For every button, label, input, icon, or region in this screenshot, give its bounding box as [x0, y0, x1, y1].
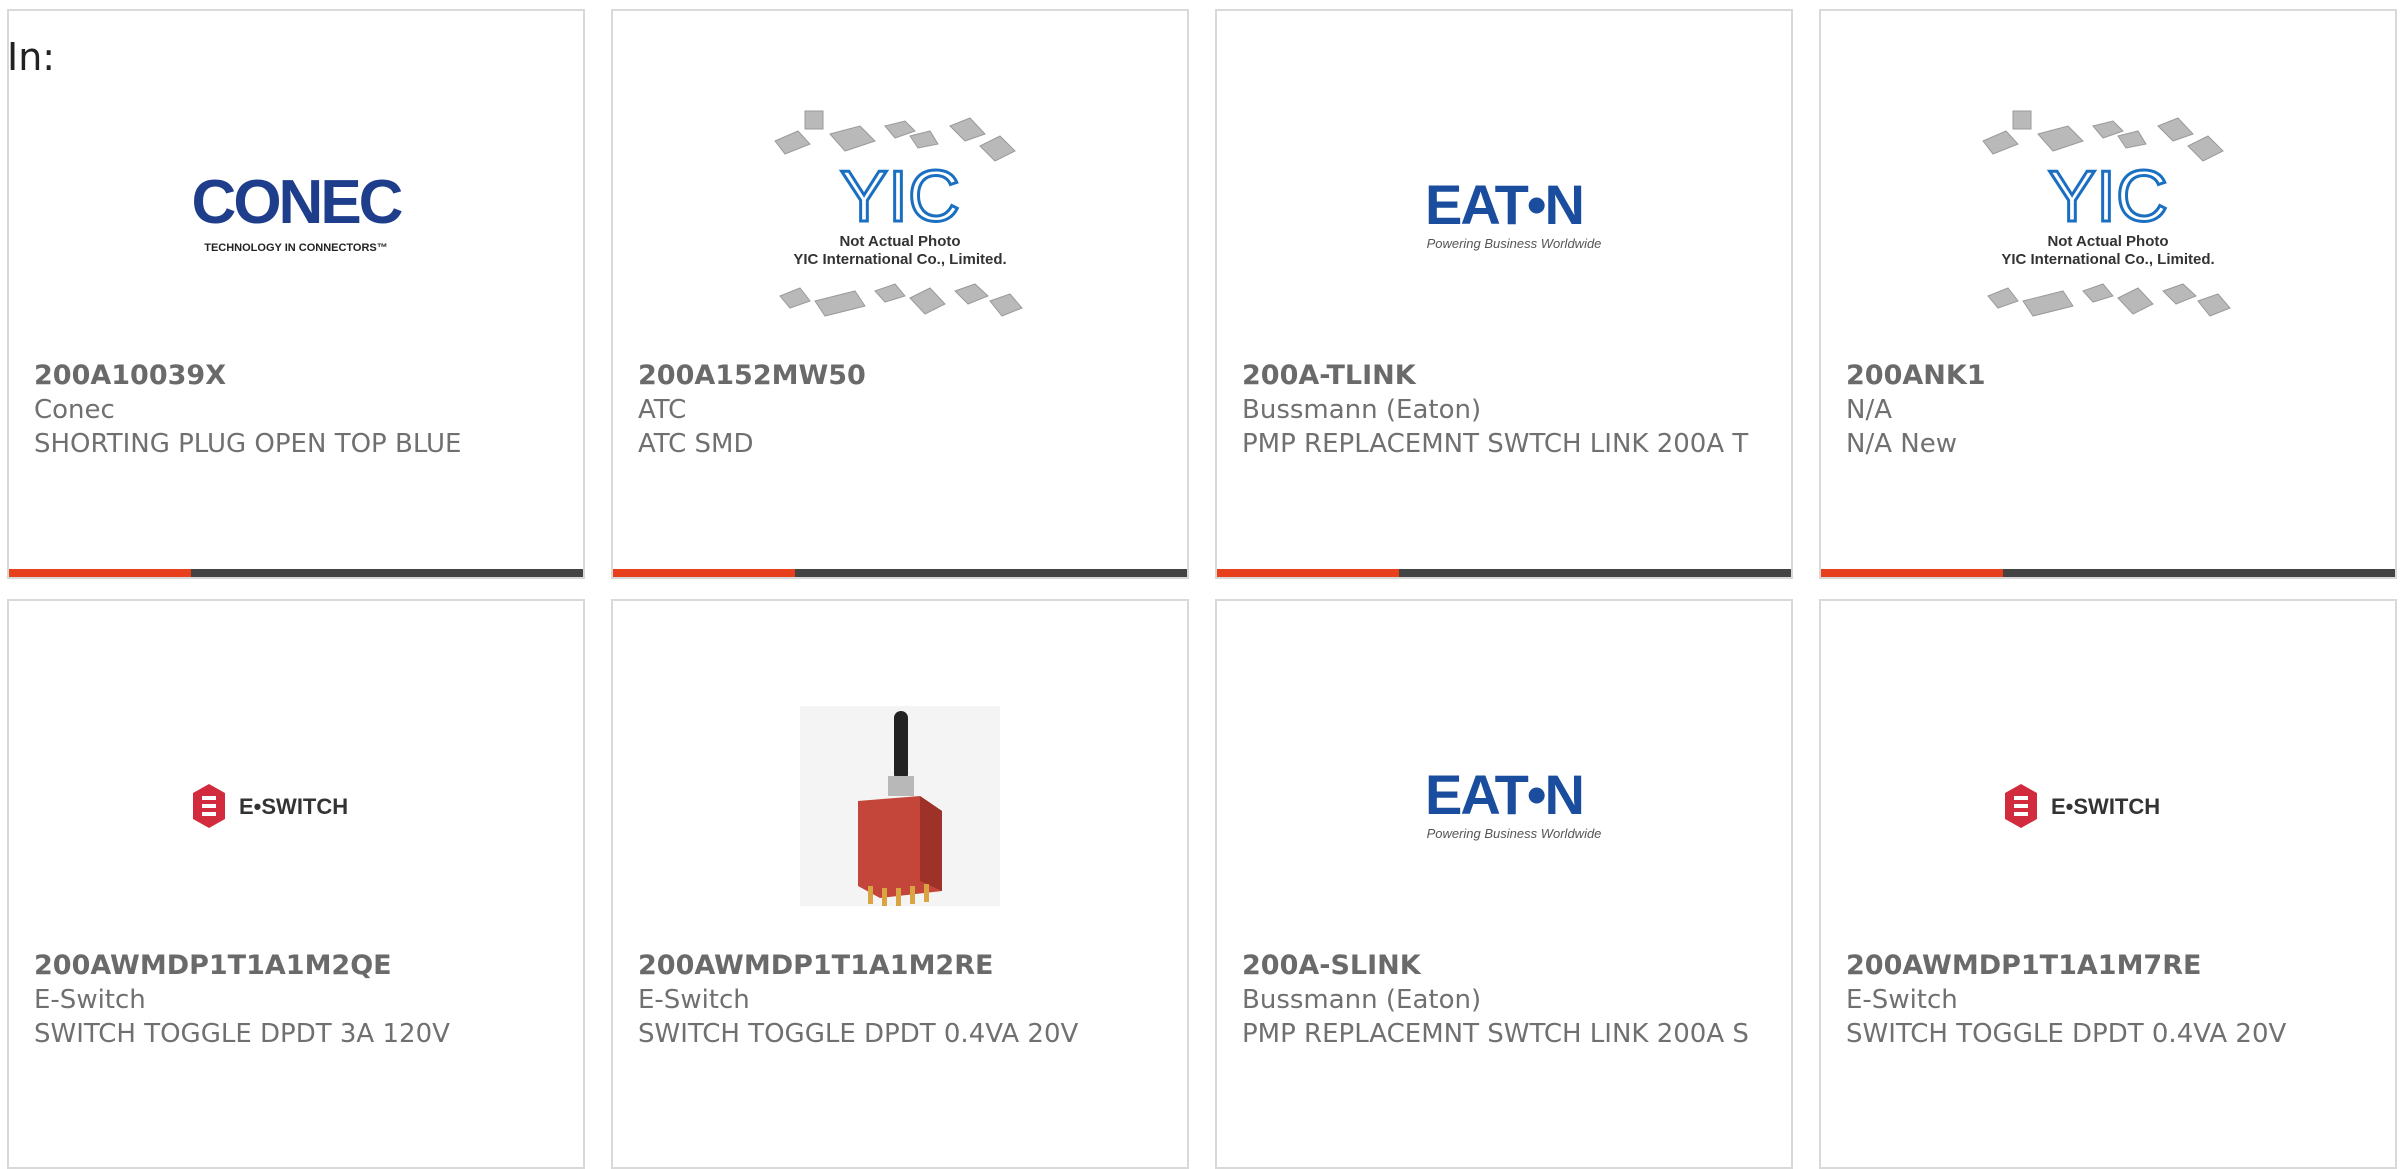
manufacturer: ATC — [638, 395, 687, 425]
product-image[interactable]: YIC Not Actual Photo YIC International C… — [613, 71, 1187, 361]
product-card[interactable]: E•SWITCH 200AWMDP1T1A1M2QE E-Switch SWIT… — [7, 599, 585, 1169]
svg-text:EAT•N: EAT•N — [1425, 766, 1583, 826]
part-number[interactable]: 200A-SLINK — [1242, 949, 1771, 983]
manufacturer: E-Switch — [34, 985, 146, 1015]
page-label: In: — [7, 35, 56, 79]
manufacturer: Bussmann (Eaton) — [1242, 985, 1482, 1015]
svg-text:E•SWITCH: E•SWITCH — [239, 794, 348, 819]
product-grid: CONEC TECHNOLOGY IN CONNECTORS™ 200A1003… — [0, 0, 2400, 1169]
product-image[interactable]: CONEC TECHNOLOGY IN CONNECTORS™ — [9, 71, 583, 361]
svg-text:YIC International Co., Limited: YIC International Co., Limited. — [793, 251, 1006, 268]
product-image[interactable]: EAT•N Powering Business Worldwide — [1217, 661, 1791, 951]
product-card[interactable]: YIC Not Actual Photo YIC International C… — [1819, 9, 2397, 579]
description: SWITCH TOGGLE DPDT 0.4VA 20V — [638, 1019, 1079, 1049]
conec-logo: CONEC TECHNOLOGY IN CONNECTORS™ — [192, 171, 406, 254]
manufacturer: E-Switch — [638, 985, 750, 1015]
yic-placeholder-image: YIC Not Actual Photo YIC International C… — [774, 110, 1023, 317]
svg-text:Not Actual Photo: Not Actual Photo — [2047, 233, 2168, 250]
product-card[interactable]: E•SWITCH 200AWMDP1T1A1M7RE E-Switch SWIT… — [1819, 599, 2397, 1169]
description: SWITCH TOGGLE DPDT 3A 120V — [34, 1019, 450, 1049]
svg-text:Powering Business Worldwide: Powering Business Worldwide — [1427, 826, 1602, 841]
svg-text:EAT•N: EAT•N — [1425, 176, 1583, 236]
product-image[interactable]: EAT•N Powering Business Worldwide — [1217, 71, 1791, 361]
manufacturer: N/A — [1846, 395, 1892, 425]
card-bar — [1821, 569, 2395, 577]
card-bar — [613, 569, 1187, 577]
svg-text:Not Actual Photo: Not Actual Photo — [839, 233, 960, 250]
eswitch-logo: E•SWITCH — [193, 784, 348, 828]
product-card[interactable]: EAT•N Powering Business Worldwide 200A-S… — [1215, 599, 1793, 1169]
description: PMP REPLACEMNT SWTCH LINK 200A T — [1242, 429, 1749, 459]
description: N/A New — [1846, 429, 1957, 459]
eaton-logo: EAT•N Powering Business Worldwide — [1425, 766, 1602, 841]
product-image[interactable] — [613, 661, 1187, 951]
product-image[interactable]: E•SWITCH — [1821, 661, 2395, 951]
description: ATC SMD — [638, 429, 754, 459]
description: PMP REPLACEMNT SWTCH LINK 200A S — [1242, 1019, 1749, 1049]
part-number[interactable]: 200A10039X — [34, 359, 563, 393]
product-image[interactable]: E•SWITCH — [9, 661, 583, 951]
part-number[interactable]: 200ANK1 — [1846, 359, 2375, 393]
part-number[interactable]: 200AWMDP1T1A1M7RE — [1846, 949, 2375, 983]
product-card[interactable]: YIC Not Actual Photo YIC International C… — [611, 9, 1189, 579]
product-card[interactable]: CONEC TECHNOLOGY IN CONNECTORS™ 200A1003… — [7, 9, 585, 579]
eswitch-logo: E•SWITCH — [2005, 784, 2160, 828]
svg-text:E•SWITCH: E•SWITCH — [2051, 794, 2160, 819]
part-number[interactable]: 200A-TLINK — [1242, 359, 1771, 393]
eaton-logo: EAT•N Powering Business Worldwide — [1425, 176, 1602, 251]
manufacturer: Conec — [34, 395, 115, 425]
svg-text:YIC: YIC — [2048, 157, 2168, 237]
description: SHORTING PLUG OPEN TOP BLUE — [34, 429, 462, 459]
card-bar — [1217, 569, 1791, 577]
toggle-switch-photo — [800, 706, 1000, 906]
yic-placeholder-image: YIC Not Actual Photo YIC International C… — [1982, 110, 2231, 317]
card-bar — [9, 569, 583, 577]
svg-text:TECHNOLOGY IN CONNECTORS™: TECHNOLOGY IN CONNECTORS™ — [204, 242, 388, 254]
svg-text:YIC: YIC — [840, 157, 960, 237]
description: SWITCH TOGGLE DPDT 0.4VA 20V — [1846, 1019, 2287, 1049]
part-number[interactable]: 200AWMDP1T1A1M2RE — [638, 949, 1167, 983]
part-number[interactable]: 200AWMDP1T1A1M2QE — [34, 949, 563, 983]
manufacturer: E-Switch — [1846, 985, 1958, 1015]
product-card[interactable]: 200AWMDP1T1A1M2RE E-Switch SWITCH TOGGLE… — [611, 599, 1189, 1169]
product-card[interactable]: EAT•N Powering Business Worldwide 200A-T… — [1215, 9, 1793, 579]
svg-text:CONEC: CONEC — [192, 171, 403, 237]
product-image[interactable]: YIC Not Actual Photo YIC International C… — [1821, 71, 2395, 361]
svg-text:Powering Business Worldwide: Powering Business Worldwide — [1427, 236, 1602, 251]
svg-text:YIC International Co., Limited: YIC International Co., Limited. — [2001, 251, 2214, 268]
manufacturer: Bussmann (Eaton) — [1242, 395, 1482, 425]
part-number[interactable]: 200A152MW50 — [638, 359, 1167, 393]
